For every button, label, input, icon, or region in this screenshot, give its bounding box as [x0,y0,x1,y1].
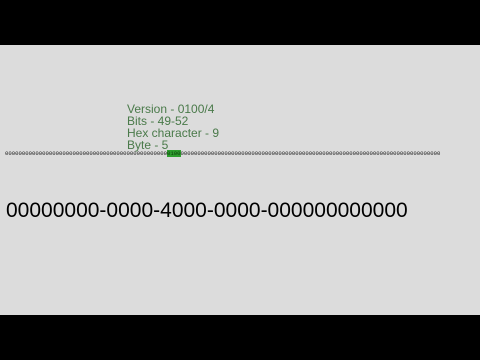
uuid-display: 00000000-0000-4000-0000-000000000000 [6,199,408,222]
letterbox-bottom [0,315,480,360]
binary-bitstream: 0000000000000000000000000000000000000000… [5,150,475,158]
letterbox-top [0,0,480,45]
version-info-panel: Version - 0100/4 Bits - 49-52 Hex charac… [127,103,219,151]
bitstream-after: 0000000000000000000000000000000000000000… [180,150,441,157]
bitstream-before: 0000000000000000000000000000000000000000… [5,150,167,157]
video-frame: Version - 0100/4 Bits - 49-52 Hex charac… [0,45,480,315]
bitstream-highlight: 0100 [167,150,181,157]
